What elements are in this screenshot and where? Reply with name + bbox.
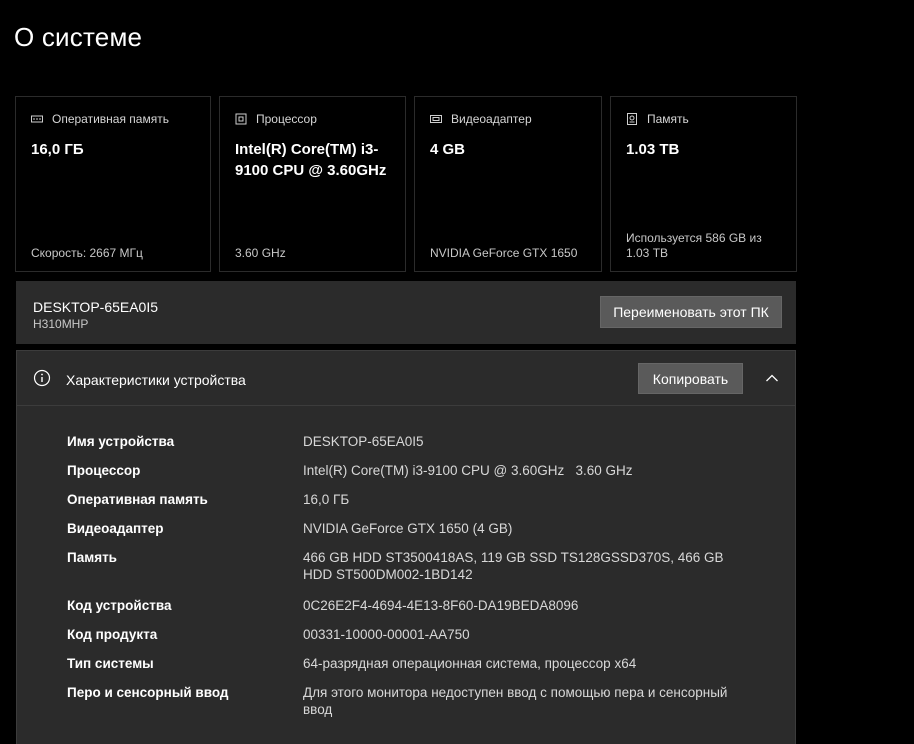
gpu-icon	[430, 113, 442, 125]
spec-key: Память	[67, 550, 117, 565]
gpu-card: Видеоадаптер 4 GB NVIDIA GeForce GTX 165…	[414, 96, 602, 272]
spec-key: Код продукта	[67, 627, 158, 642]
storage-card-label: Память	[647, 112, 689, 126]
rename-pc-button[interactable]: Переименовать этот ПК	[600, 296, 782, 328]
cpu-icon	[235, 113, 247, 125]
copy-button[interactable]: Копировать	[638, 363, 743, 394]
spec-value: Для этого монитора недоступен ввод с пом…	[303, 685, 728, 717]
spec-key: Процессор	[67, 463, 141, 478]
spec-value: DESKTOP-65EA0I5	[303, 434, 424, 449]
storage-card-foot: Используется 586 GB из 1.03 TB	[626, 231, 762, 260]
spec-value: 0C26E2F4-4694-4E13-8F60-DA19BEDA8096	[303, 598, 579, 613]
spec-value: 00331-10000-00001-AA750	[303, 627, 470, 642]
cpu-card-header: Процессор	[235, 112, 317, 126]
spec-key: Видеоадаптер	[67, 521, 164, 536]
spec-value: Intel(R) Core(TM) i3-9100 CPU @ 3.60GHz …	[303, 463, 633, 478]
cpu-card: Процессор Intel(R) Core(TM) i3-9100 CPU …	[219, 96, 406, 272]
gpu-card-value: 4 GB	[430, 141, 466, 158]
info-icon	[33, 369, 51, 387]
pc-name: DESKTOP-65EA0I5	[33, 299, 159, 315]
chevron-up-icon[interactable]	[765, 371, 779, 385]
spec-key: Перо и сенсорный ввод	[67, 685, 229, 700]
ram-card-foot: Скорость: 2667 МГц	[31, 246, 143, 260]
spec-value: NVIDIA GeForce GTX 1650 (4 GB)	[303, 521, 513, 536]
spec-value: 16,0 ГБ	[303, 492, 350, 507]
spec-key: Тип системы	[67, 656, 154, 671]
spec-value: 64-разрядная операционная система, проце…	[303, 656, 637, 671]
device-specs-title: Характеристики устройства	[66, 372, 246, 388]
about-page: О системе Оперативная память 16,0 ГБ Ско…	[0, 0, 914, 744]
cpu-card-label: Процессор	[256, 112, 317, 126]
ram-card-label: Оперативная память	[52, 112, 169, 126]
spec-key: Имя устройства	[67, 434, 175, 449]
ram-card-header: Оперативная память	[31, 112, 169, 126]
gpu-card-header: Видеоадаптер	[430, 112, 532, 126]
cpu-card-foot: 3.60 GHz	[235, 246, 286, 260]
storage-card-value: 1.03 TB	[626, 141, 680, 158]
spec-key: Код устройства	[67, 598, 172, 613]
storage-icon	[626, 113, 638, 125]
pc-name-bar: DESKTOP-65EA0I5 H310MHP Переименовать эт…	[16, 281, 796, 344]
device-specs-list: Имя устройства DESKTOP-65EA0I5 Процессор…	[16, 406, 796, 744]
ram-card-value: 16,0 ГБ	[31, 141, 84, 158]
ram-icon	[31, 113, 43, 125]
storage-card: Память 1.03 TB Используется 586 GB из 1.…	[610, 96, 797, 272]
spec-value: 466 GB HDD ST3500418AS, 119 GB SSD TS128…	[303, 550, 724, 582]
page-title: О системе	[14, 22, 143, 52]
ram-card: Оперативная память 16,0 ГБ Скорость: 266…	[15, 96, 211, 272]
gpu-card-foot: NVIDIA GeForce GTX 1650	[430, 246, 578, 260]
cpu-card-value: Intel(R) Core(TM) i3-9100 CPU @ 3.60GHz	[235, 141, 387, 179]
pc-model: H310MHP	[33, 317, 89, 331]
gpu-card-label: Видеоадаптер	[451, 112, 532, 126]
spec-key: Оперативная память	[67, 492, 208, 507]
storage-card-header: Память	[626, 112, 689, 126]
device-specs-header[interactable]: Характеристики устройства Копировать	[16, 350, 796, 406]
